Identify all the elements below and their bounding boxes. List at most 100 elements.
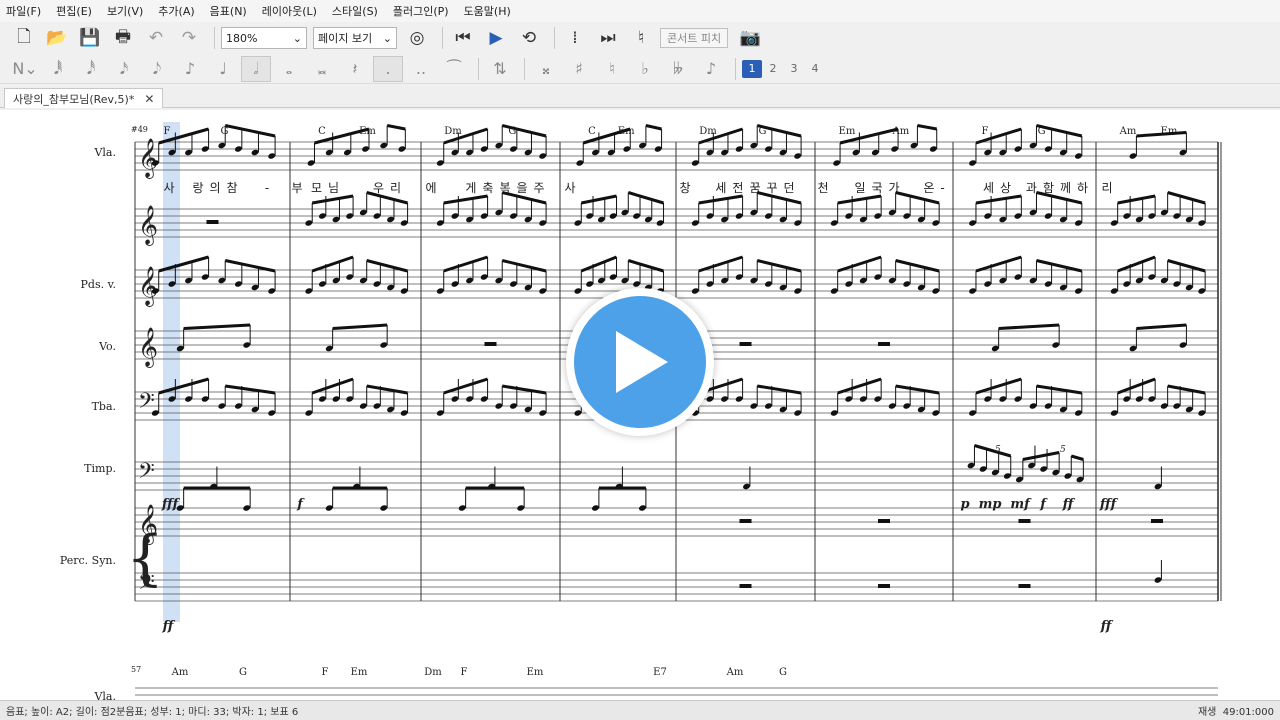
note-beam [895, 259, 940, 273]
note-beam [580, 255, 618, 273]
note-beam [501, 259, 547, 273]
note-beam [1136, 131, 1187, 138]
chord-symbol: F [461, 667, 468, 678]
save-icon[interactable]: 💾 [76, 25, 104, 51]
lyric-syllable: 세상 [983, 181, 1017, 195]
dynamic-marking: ff [1100, 619, 1114, 634]
tie-icon[interactable]: ⁀ [439, 56, 469, 82]
instrument-name: Timp. [84, 462, 116, 475]
menu-item[interactable]: 파일(F) [6, 3, 41, 19]
redo-icon[interactable]: ↷ [175, 25, 203, 51]
image-capture-icon[interactable]: 📷 [736, 25, 764, 51]
new-score-icon[interactable]: 🗋 [10, 25, 38, 51]
play-triangle-icon [616, 331, 668, 393]
concert-pitch-button[interactable]: 콘서트 피치 [660, 28, 729, 48]
note-beam [1036, 259, 1083, 273]
instrument-name: Tba. [92, 400, 116, 413]
lyric-syllable: 랑의참 [192, 181, 243, 195]
note-beam [837, 377, 882, 395]
measure-rest [739, 584, 752, 588]
note-32nd-icon[interactable]: 𝅘𝅥𝅰 [76, 56, 106, 82]
measure-rest [1018, 519, 1031, 523]
close-icon[interactable]: ✕ [144, 92, 154, 106]
note-quarter-icon[interactable]: ♩ [208, 56, 238, 82]
dot-icon[interactable]: . [373, 55, 403, 82]
note-input-mode-icon[interactable]: N⌄ [10, 56, 40, 82]
score-tab-title: 사랑의_참부모님(Rev,5)* [13, 92, 135, 106]
status-mode: 재생 [1197, 707, 1217, 718]
score-tab[interactable]: 사랑의_참부모님(Rev,5)* ✕ [4, 88, 164, 108]
chord-symbol: G [221, 126, 229, 137]
dynamic-marking: mf [1010, 497, 1032, 512]
natural-icon[interactable]: ♮ [597, 56, 627, 82]
chord-symbol: F [164, 126, 171, 137]
note-whole-icon[interactable]: 𝅝 [274, 56, 304, 82]
note-beam [311, 255, 354, 273]
flat-icon[interactable]: ♭ [630, 56, 660, 82]
lyric-syllable: 부 [291, 181, 308, 195]
lyric-syllable: - [265, 181, 275, 195]
flip-direction-icon[interactable]: ⇅ [485, 56, 515, 82]
note-beam [1117, 377, 1156, 395]
loop-in-icon[interactable]: ⁞ [561, 25, 589, 51]
instrument-name: Vla. [93, 690, 116, 700]
grand-staff-brace: { [126, 523, 164, 593]
note-beam [1070, 454, 1084, 461]
open-icon[interactable]: 📂 [43, 25, 71, 51]
note-beam [443, 377, 489, 395]
note-eighth-icon[interactable]: ♪ [175, 56, 205, 82]
metronome-icon[interactable]: ♮ [627, 25, 655, 51]
menu-bar: 파일(F) 편집(E) 보기(V) 추가(A) 음표(N) 레이아웃(L) 스타일(S) 플러… [0, 0, 1280, 22]
voice-2-button[interactable]: 2 [763, 60, 783, 78]
play-icon[interactable]: ▶ [482, 25, 510, 51]
note-beam [645, 124, 662, 131]
menu-item[interactable]: 보기(V) [107, 3, 143, 19]
menu-item[interactable]: 도움말(H) [464, 3, 511, 19]
note-breve-icon[interactable]: 𝅜 [307, 56, 337, 82]
measure-rest [206, 220, 219, 224]
note-8th-icon[interactable]: 𝅘𝅥𝅮 [142, 56, 172, 82]
voice-4-button[interactable]: 4 [805, 60, 825, 78]
menu-item[interactable]: 스타일(S) [332, 3, 378, 19]
chevron-down-icon: ⌄ [382, 31, 392, 45]
note-16th-icon[interactable]: 𝅘𝅥𝅯 [109, 56, 139, 82]
toolbar-separator [524, 57, 525, 80]
menu-item[interactable]: 플러그인(P) [393, 3, 449, 19]
play-repeats-icon[interactable]: ⏭ [594, 25, 622, 51]
note-beam [580, 194, 617, 205]
bass-clef: 𝄢 [138, 459, 155, 489]
video-play-button[interactable] [566, 288, 714, 436]
double-sharp-icon[interactable]: 𝄪 [531, 56, 561, 82]
voice-1-button[interactable]: 1 [742, 59, 762, 78]
rewind-icon[interactable]: ⏮ [449, 25, 477, 51]
menu-item[interactable]: 음표(N) [210, 3, 247, 19]
voice-3-button[interactable]: 3 [784, 60, 804, 78]
rest-icon[interactable]: 𝄽 [340, 56, 370, 82]
note-64th-icon[interactable]: 𝅘𝅥𝅱 [43, 56, 73, 82]
view-mode-select[interactable]: 페이지 보기 ⌄ [313, 27, 397, 49]
chord-symbol: Em [527, 667, 544, 678]
lyric-syllable: 사 [564, 181, 581, 195]
measure-rest [739, 342, 752, 346]
toolbar-separator [478, 57, 479, 80]
menu-item[interactable]: 추가(A) [158, 3, 194, 19]
note-half-icon[interactable]: 𝅗𝅥 [241, 55, 271, 82]
loop-icon[interactable]: ⟲ [515, 25, 543, 51]
note-beam [332, 323, 388, 330]
note-beam [837, 194, 882, 205]
measure-rest [484, 342, 497, 346]
sharp-icon[interactable]: ♯ [564, 56, 594, 82]
midi-input-icon[interactable]: ◎ [403, 25, 431, 51]
note-input-toolbar: N⌄ 𝅘𝅥𝅱 𝅘𝅥𝅰 𝅘𝅥𝅯 𝅘𝅥𝅮 ♪ ♩ 𝅗𝅥 𝅝 𝅜 𝄽 . .. ⁀ ⇅… [0, 54, 1280, 84]
menu-item[interactable]: 편집(E) [56, 3, 92, 19]
grace-note-icon[interactable]: ♪ [696, 56, 726, 82]
double-flat-icon[interactable]: 𝄫 [663, 56, 693, 82]
zoom-select[interactable]: 180% ⌄ [221, 27, 307, 49]
measure-rest [739, 519, 752, 523]
undo-icon[interactable]: ↶ [142, 25, 170, 51]
print-icon[interactable]: 🖶 [109, 25, 137, 51]
menu-item[interactable]: 레이아웃(L) [262, 3, 317, 19]
note-beam [1167, 191, 1206, 205]
double-dot-icon[interactable]: .. [406, 56, 436, 82]
measure-rest [878, 342, 890, 346]
